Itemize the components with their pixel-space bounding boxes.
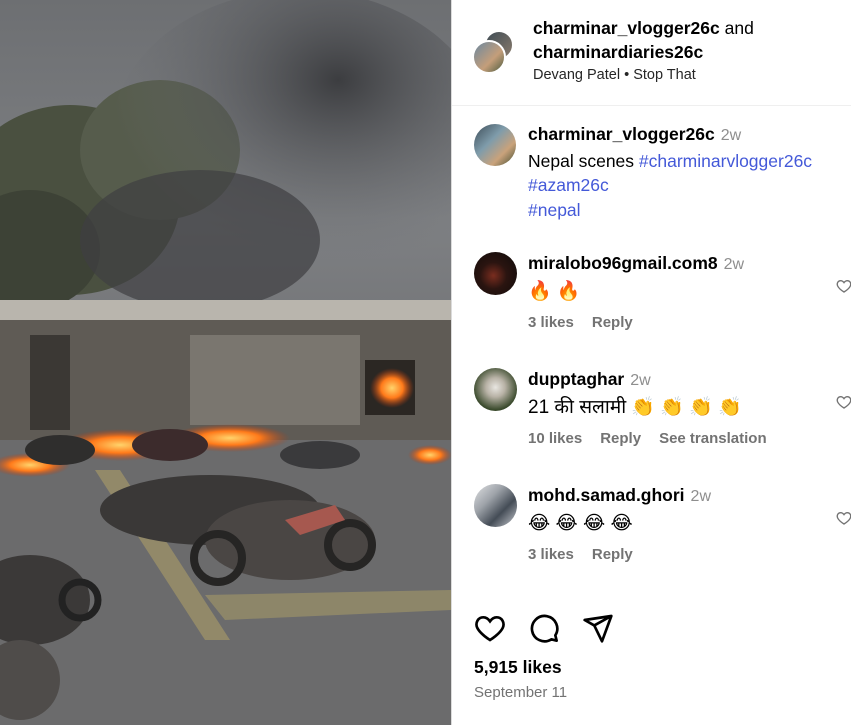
collab-username[interactable]: charminardiaries26c bbox=[533, 42, 703, 62]
collab-avatars[interactable] bbox=[472, 30, 514, 76]
comment-like-icon[interactable] bbox=[836, 278, 851, 294]
comment-likes[interactable]: 3 likes bbox=[528, 314, 574, 331]
comment-username[interactable]: mohd.samad.ghori bbox=[528, 485, 685, 505]
avatar[interactable] bbox=[472, 40, 506, 74]
post-date[interactable]: September 11 bbox=[474, 684, 567, 701]
comment-username[interactable]: dupptaghar bbox=[528, 369, 624, 389]
avatar[interactable] bbox=[474, 484, 517, 527]
audio-track[interactable]: Stop That bbox=[633, 67, 696, 83]
comment-time[interactable]: 2w bbox=[691, 488, 711, 505]
hashtag-link[interactable]: #nepal bbox=[528, 200, 581, 220]
share-icon[interactable] bbox=[582, 612, 614, 644]
comment-item: dupptaghar 2w 21 की सलामी 👏 👏 👏 👏 10 like… bbox=[474, 368, 851, 464]
reply-button[interactable]: Reply bbox=[592, 314, 633, 331]
reply-button[interactable]: Reply bbox=[600, 430, 641, 447]
audio-artist[interactable]: Devang Patel bbox=[533, 67, 620, 83]
comment-likes[interactable]: 10 likes bbox=[528, 430, 582, 447]
comment-text: 🔥 🔥 bbox=[528, 281, 581, 302]
comment-item: mohd.samad.ghori 2w 😂 😂 😂 😂 3 likes Reply bbox=[474, 484, 851, 580]
comment-likes[interactable]: 3 likes bbox=[528, 546, 574, 563]
video-frame-image bbox=[0, 0, 451, 725]
collab-names: charminar_vlogger26c and charminardiarie… bbox=[533, 16, 754, 64]
caption-time[interactable]: 2w bbox=[721, 127, 741, 144]
comment-item: miralobo96gmail.com8 2w 🔥 🔥 3 likes Reply bbox=[474, 252, 851, 348]
caption-text: charminar_vlogger26c 2w Nepal scenes #cha… bbox=[528, 122, 848, 222]
audio-separator: • bbox=[624, 67, 630, 83]
post-details-panel: charminar_vlogger26c and charminardiarie… bbox=[451, 0, 851, 725]
comment-username[interactable]: miralobo96gmail.com8 bbox=[528, 253, 718, 273]
likes-count[interactable]: 5,915 likes bbox=[474, 657, 562, 678]
comment-like-icon[interactable] bbox=[836, 510, 851, 526]
hashtag-link[interactable]: #azam26c bbox=[528, 175, 609, 195]
like-icon[interactable] bbox=[474, 612, 506, 644]
comment-icon[interactable] bbox=[528, 612, 560, 644]
hashtag-link[interactable]: #charminarvlogger26c bbox=[639, 151, 812, 171]
reply-button[interactable]: Reply bbox=[592, 546, 633, 563]
avatar[interactable] bbox=[474, 368, 517, 411]
comment-like-icon[interactable] bbox=[836, 394, 851, 410]
comment-text: 😂 😂 😂 😂 bbox=[528, 513, 633, 534]
comment-time[interactable]: 2w bbox=[724, 256, 744, 273]
see-translation-button[interactable]: See translation bbox=[659, 430, 767, 447]
audio-attribution[interactable]: Devang Patel • Stop That bbox=[533, 67, 696, 83]
caption-username[interactable]: charminar_vlogger26c bbox=[528, 124, 715, 144]
avatar[interactable] bbox=[474, 252, 517, 295]
avatar[interactable] bbox=[474, 124, 516, 166]
comment-time[interactable]: 2w bbox=[630, 372, 650, 389]
post-video[interactable] bbox=[0, 0, 451, 725]
post-action-bar bbox=[474, 612, 834, 644]
caption-body: Nepal scenes bbox=[528, 150, 639, 171]
comment-text: 21 की सलामी 👏 👏 👏 👏 bbox=[528, 397, 742, 418]
post-header: charminar_vlogger26c and charminardiarie… bbox=[452, 0, 851, 106]
author-username[interactable]: charminar_vlogger26c bbox=[533, 18, 720, 38]
collab-joiner: and bbox=[724, 18, 754, 38]
